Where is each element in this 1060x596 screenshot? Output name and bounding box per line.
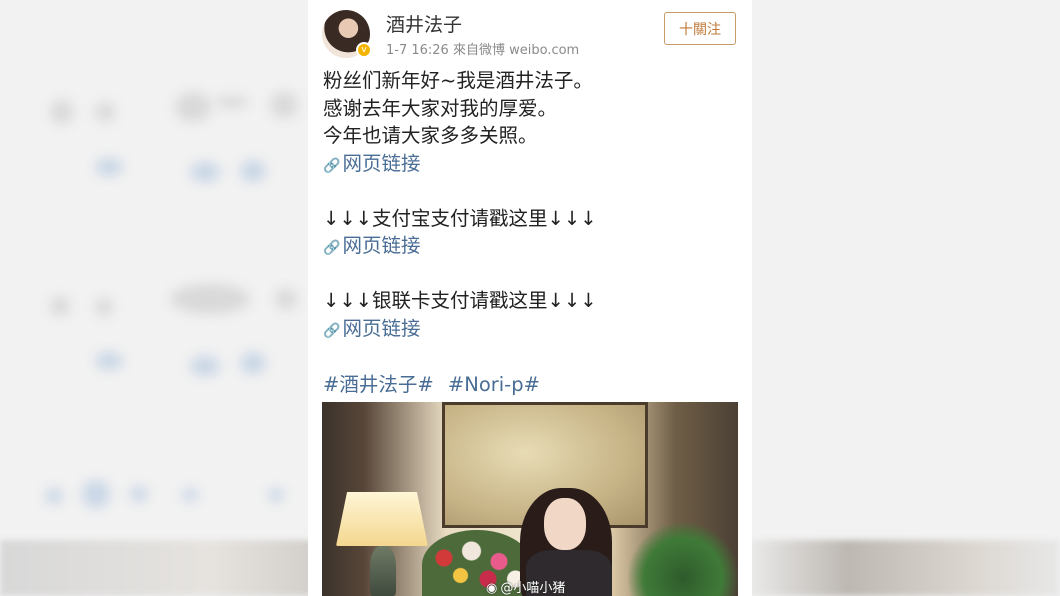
background-blur xyxy=(95,298,113,316)
background-blur xyxy=(50,296,70,316)
web-link[interactable]: 🔗 网页链接 xyxy=(323,315,743,343)
background-blur xyxy=(95,158,123,176)
background-blur xyxy=(170,284,250,314)
post-text-line: 今年也请大家多多关照。 xyxy=(323,124,538,147)
background-blur xyxy=(50,100,74,124)
background-blur xyxy=(95,352,123,370)
web-link[interactable]: 🔗 网页链接 xyxy=(323,150,743,178)
link-icon: 🔗 xyxy=(323,322,341,339)
background-blur xyxy=(130,486,148,502)
post-photo[interactable] xyxy=(322,402,738,596)
background-blur xyxy=(240,352,266,374)
post-meta: 1-7 16:26 來自微博 weibo.com xyxy=(386,43,580,58)
background-blur xyxy=(95,102,115,122)
watermark: ◉ @小喵小猪 xyxy=(486,577,565,596)
post-text-line: 粉丝们新年好~我是酒井法子。 xyxy=(323,69,593,92)
background-blur xyxy=(182,488,198,502)
web-link-label: 网页链接 xyxy=(342,151,421,175)
background-blur xyxy=(190,162,220,182)
post-text-line: ↓↓↓银联卡支付请戳这里↓↓↓ xyxy=(323,289,597,312)
link-icon: 🔗 xyxy=(323,157,341,174)
post-text-line: 感谢去年大家对我的厚爱。 xyxy=(323,96,558,120)
web-link-label: 网页链接 xyxy=(342,316,421,340)
follow-button[interactable]: 十關注 xyxy=(664,12,736,45)
hashtag-link[interactable]: #Nori-p# xyxy=(448,373,540,396)
web-link-label: 网页链接 xyxy=(342,234,421,257)
photo-person-face xyxy=(544,498,586,550)
background-blur xyxy=(215,96,249,108)
hashtag-link[interactable]: #酒井法子# xyxy=(323,373,434,396)
watermark-text: @小喵小猪 xyxy=(500,581,566,596)
background-blur xyxy=(270,92,298,118)
background-blur xyxy=(175,92,211,122)
weibo-post: v 酒井法子 1-7 16:26 來自微博 weibo.com 十關注 粉丝们新… xyxy=(308,0,752,596)
background-blur xyxy=(45,488,63,504)
verified-badge-icon: v xyxy=(356,42,372,58)
background-blur xyxy=(240,160,266,182)
hashtags: #酒井法子# #Nori-p# xyxy=(323,368,540,397)
web-link[interactable]: 🔗 网页链接 xyxy=(323,232,743,260)
photo-lamp xyxy=(336,492,428,546)
background-blur xyxy=(82,480,110,508)
background-blur xyxy=(190,356,220,376)
post-text-line: ↓↓↓支付宝支付请戳这里↓↓↓ xyxy=(323,206,597,230)
photo-plant xyxy=(628,522,738,596)
link-icon: 🔗 xyxy=(323,240,341,256)
photo-lamp-base xyxy=(370,546,396,596)
background-blur xyxy=(275,288,297,310)
weibo-logo-icon: ◉ xyxy=(486,581,498,596)
post-body: 粉丝们新年好~我是酒井法子。 感谢去年大家对我的厚爱。 今年也请大家多多关照。 … xyxy=(323,67,743,342)
username[interactable]: 酒井法子 xyxy=(386,10,462,37)
background-blur xyxy=(268,488,284,502)
